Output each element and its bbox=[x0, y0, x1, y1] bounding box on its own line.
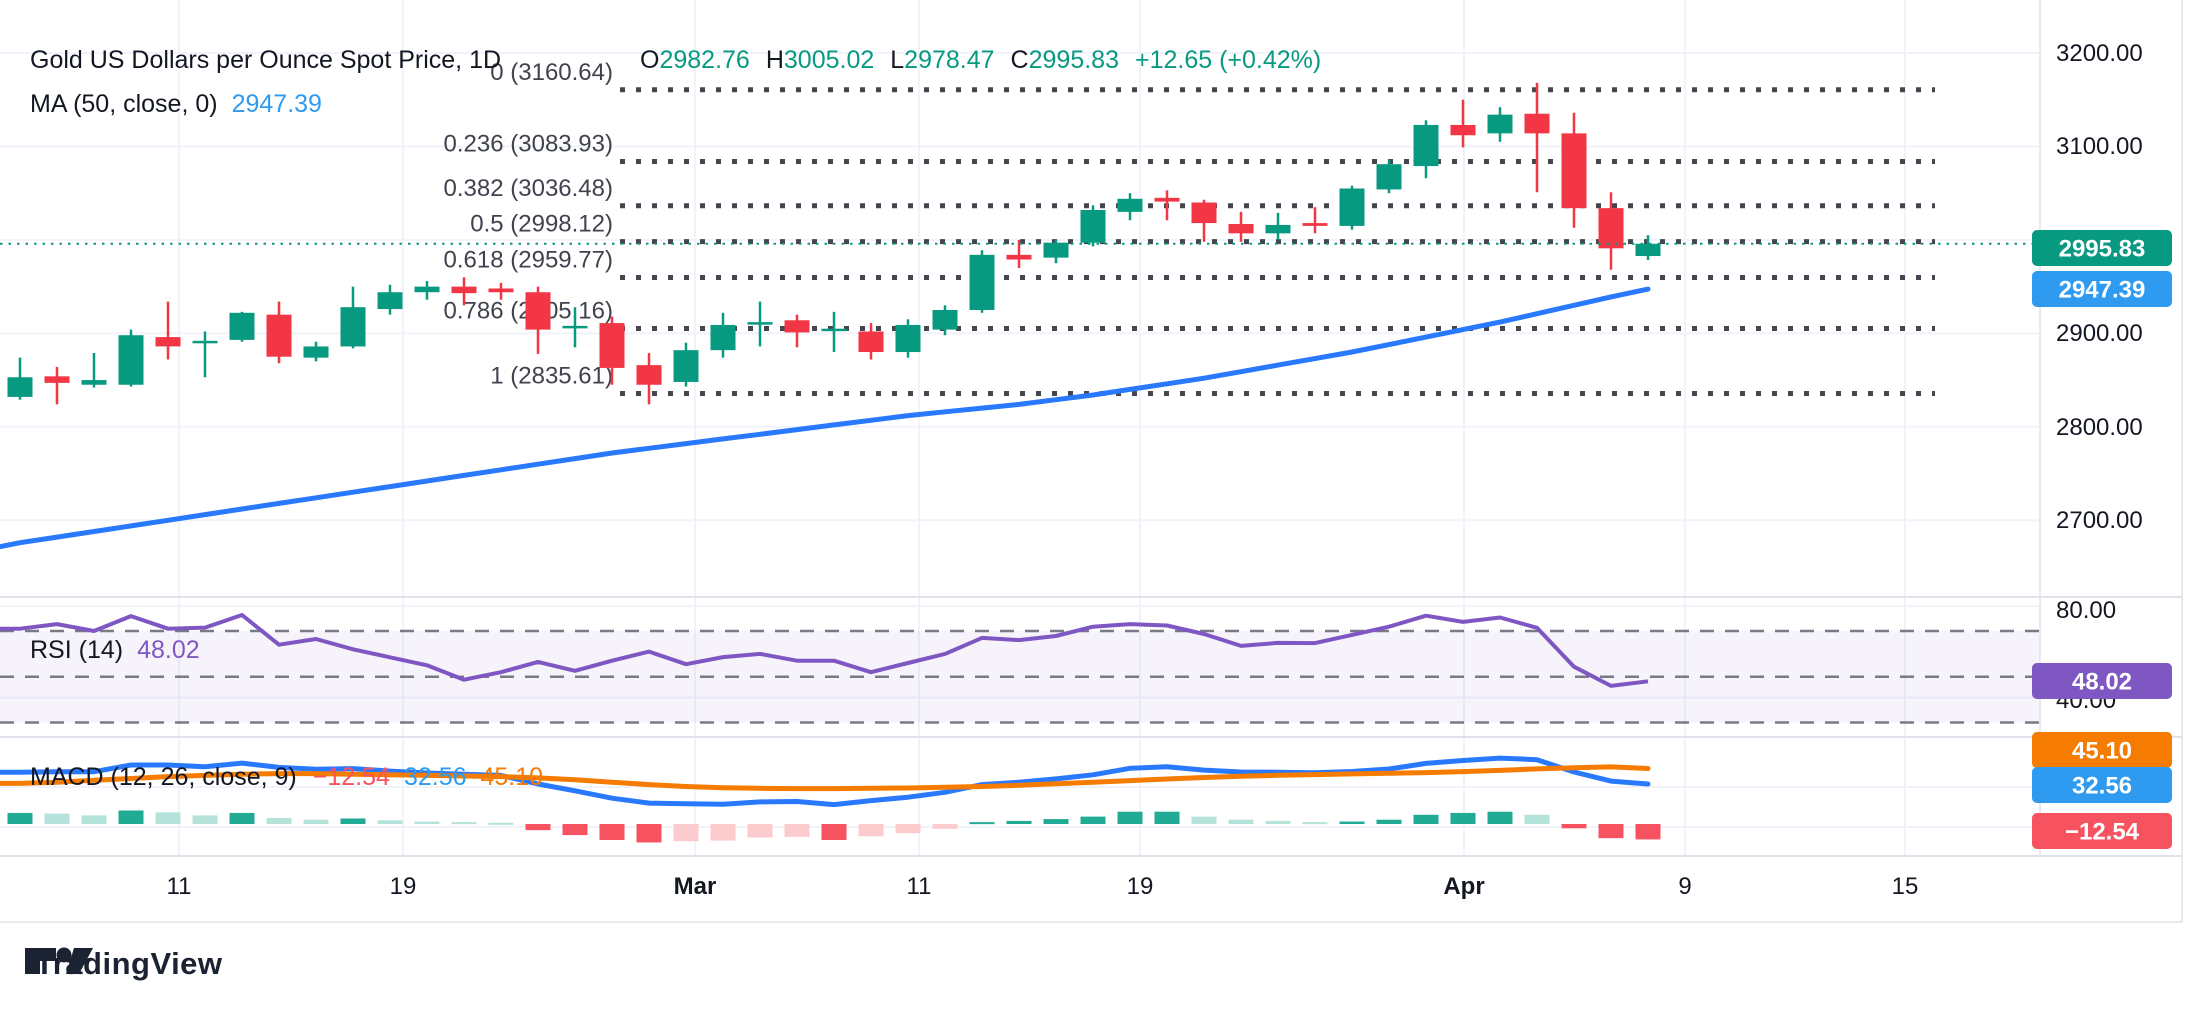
macd-legend: MACD (12, 26, close, 9) −12.54 32.56 45.10 bbox=[30, 763, 543, 792]
rsi-legend: RSI (14) 48.02 bbox=[30, 636, 200, 665]
time-axis-label: 11 bbox=[907, 873, 932, 900]
time-scale[interactable] bbox=[0, 856, 2182, 922]
close-value: 2995.83 bbox=[1029, 46, 1119, 74]
high-value: 3005.02 bbox=[784, 46, 874, 74]
open-label: O bbox=[640, 46, 659, 74]
price-axis-label: 3100.00 bbox=[2056, 133, 2143, 160]
price-badge: 2995.83 bbox=[2032, 230, 2172, 266]
rsi-value: 48.02 bbox=[137, 636, 200, 664]
chart-plot-area[interactable] bbox=[0, 0, 2040, 856]
price-badge: 48.02 bbox=[2032, 663, 2172, 699]
price-axis-label: 80.00 bbox=[2056, 597, 2116, 624]
macd-signal-value: 45.10 bbox=[481, 763, 544, 791]
badge-value: 2947.39 bbox=[2059, 277, 2146, 304]
ma-legend: MA (50, close, 0) 2947.39 bbox=[30, 90, 322, 119]
symbol-title[interactable]: Gold US Dollars per Ounce Spot Price, 1D bbox=[30, 46, 501, 74]
badge-value: 32.56 bbox=[2072, 773, 2132, 800]
tradingview-chart[interactable]: 0 (3160.64)0.236 (3083.93)0.382 (3036.48… bbox=[0, 0, 2208, 1012]
time-axis-label: 19 bbox=[390, 873, 417, 900]
price-axis-label: 2700.00 bbox=[2056, 507, 2143, 534]
ma-value: 2947.39 bbox=[232, 90, 322, 118]
badge-value: 2995.83 bbox=[2059, 236, 2146, 263]
time-axis-label: 11 bbox=[167, 873, 192, 900]
change-value: +12.65 (+0.42%) bbox=[1135, 46, 1321, 74]
price-axis-label: 3200.00 bbox=[2056, 40, 2143, 67]
badge-value: 48.02 bbox=[2072, 669, 2132, 696]
time-axis-label: Apr bbox=[1443, 873, 1484, 900]
macd-hist-value: −12.54 bbox=[313, 763, 390, 791]
low-value: 2978.47 bbox=[904, 46, 994, 74]
high-label: H bbox=[766, 46, 784, 74]
price-badge: 45.10 bbox=[2032, 732, 2172, 768]
ohlc-readout: O2982.76 H3005.02 L2978.47 C2995.83 +12.65 (… bbox=[640, 46, 1321, 75]
time-axis-label: 19 bbox=[1127, 873, 1154, 900]
badge-value: −12.54 bbox=[2065, 819, 2140, 846]
price-axis-label: 2800.00 bbox=[2056, 414, 2143, 441]
chart-canvas[interactable]: 0 (3160.64)0.236 (3083.93)0.382 (3036.48… bbox=[0, 0, 2208, 1012]
price-badge: 2947.39 bbox=[2032, 271, 2172, 307]
macd-line-value: 32.56 bbox=[404, 763, 467, 791]
badge-value: 45.10 bbox=[2072, 738, 2132, 765]
price-axis-label: 2900.00 bbox=[2056, 320, 2143, 347]
rsi-label: RSI (14) bbox=[30, 636, 123, 664]
tradingview-mark-icon bbox=[25, 946, 93, 986]
macd-label: MACD (12, 26, close, 9) bbox=[30, 763, 297, 791]
open-value: 2982.76 bbox=[659, 46, 749, 74]
low-label: L bbox=[890, 46, 904, 74]
tradingview-logo[interactable]: TradingView bbox=[25, 946, 223, 982]
close-label: C bbox=[1011, 46, 1029, 74]
price-badge: −12.54 bbox=[2032, 813, 2172, 849]
time-axis-label: Mar bbox=[674, 873, 717, 900]
ma-label: MA (50, close, 0) bbox=[30, 90, 218, 118]
time-axis-label: 15 bbox=[1892, 873, 1919, 900]
price-badge: 32.56 bbox=[2032, 767, 2172, 803]
time-axis-label: 9 bbox=[1678, 873, 1691, 900]
